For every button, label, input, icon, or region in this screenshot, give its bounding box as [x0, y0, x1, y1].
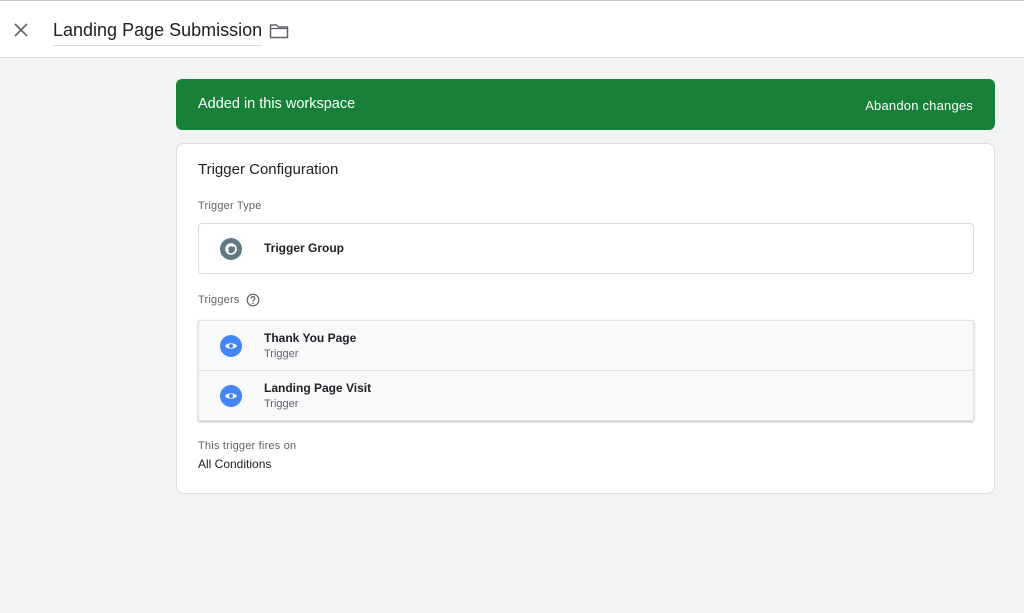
eye-icon — [220, 335, 242, 357]
page-title[interactable]: Landing Page Submission — [53, 18, 263, 46]
folder-icon — [269, 24, 289, 39]
banner-message: Added in this workspace — [198, 96, 356, 112]
workspace-status-banner: Added in this workspace Abandon changes — [176, 79, 995, 130]
trigger-name: Thank You Page — [264, 331, 357, 345]
trigger-type-selector[interactable]: Trigger Group — [198, 223, 974, 274]
card-title: Trigger Configuration — [198, 161, 339, 178]
close-icon — [14, 23, 28, 37]
trigger-type-name: Trigger Group — [264, 241, 345, 255]
trigger-name: Landing Page Visit — [264, 381, 372, 395]
trigger-group-icon — [220, 238, 242, 260]
trigger-subtitle: Trigger — [264, 348, 299, 360]
trigger-row-thank-you-page[interactable]: Thank You Page Trigger — [199, 321, 973, 371]
folder-button[interactable] — [267, 19, 291, 43]
trigger-row-landing-page-visit[interactable]: Landing Page Visit Trigger — [199, 371, 973, 421]
help-icon[interactable] — [246, 293, 260, 307]
fires-on-label: This trigger fires on — [198, 440, 297, 452]
top-bar: Landing Page Submission — [0, 0, 1024, 58]
abandon-changes-button[interactable]: Abandon changes — [865, 97, 973, 115]
trigger-subtitle: Trigger — [264, 398, 299, 410]
trigger-configuration-card: Trigger Configuration Trigger Type Trigg… — [176, 143, 995, 494]
eye-icon — [220, 385, 242, 407]
triggers-list: Thank You Page Trigger Landing Page Visi… — [198, 320, 974, 421]
trigger-type-label: Trigger Type — [198, 200, 262, 212]
triggers-label: Triggers — [198, 294, 240, 306]
close-button[interactable] — [9, 18, 33, 42]
fires-on-value: All Conditions — [198, 457, 272, 471]
